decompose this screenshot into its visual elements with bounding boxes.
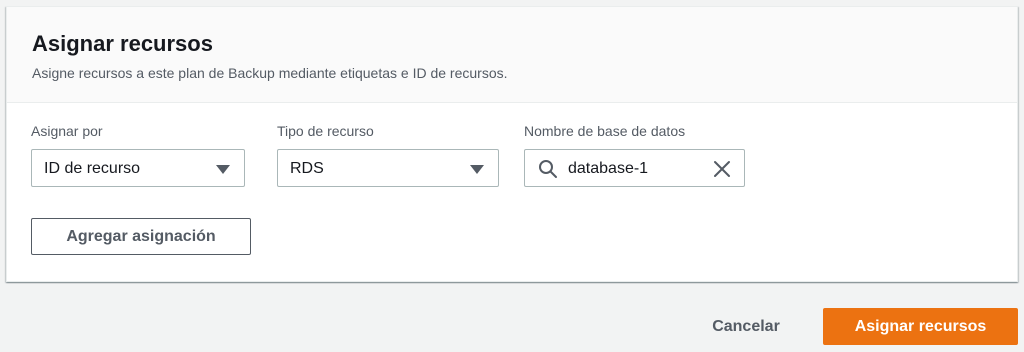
assign-by-select[interactable]: ID de recurso bbox=[31, 149, 245, 187]
close-icon[interactable] bbox=[713, 160, 731, 178]
caret-down-icon bbox=[216, 165, 230, 174]
panel-header: Asignar recursos Asigne recursos a este … bbox=[7, 7, 1017, 103]
database-name-search[interactable]: database-1 bbox=[524, 149, 745, 187]
database-name-label: Nombre de base de datos bbox=[524, 123, 686, 139]
caret-down-icon bbox=[470, 165, 484, 174]
assign-by-label: Asignar por bbox=[31, 123, 103, 139]
assign-resources-button[interactable]: Asignar recursos bbox=[823, 308, 1018, 345]
panel-title: Asignar recursos bbox=[32, 31, 213, 56]
search-icon bbox=[539, 160, 557, 178]
add-assignment-button[interactable]: Agregar asignación bbox=[31, 218, 251, 255]
resource-type-select[interactable]: RDS bbox=[277, 149, 499, 187]
cancel-button[interactable]: Cancelar bbox=[690, 309, 802, 345]
assign-by-value: ID de recurso bbox=[44, 160, 141, 177]
panel-subtitle: Asigne recursos a este plan de Backup me… bbox=[32, 65, 508, 81]
database-name-value: database-1 bbox=[568, 160, 649, 177]
resource-type-label: Tipo de recurso bbox=[277, 123, 374, 139]
resource-type-value: RDS bbox=[290, 160, 324, 177]
